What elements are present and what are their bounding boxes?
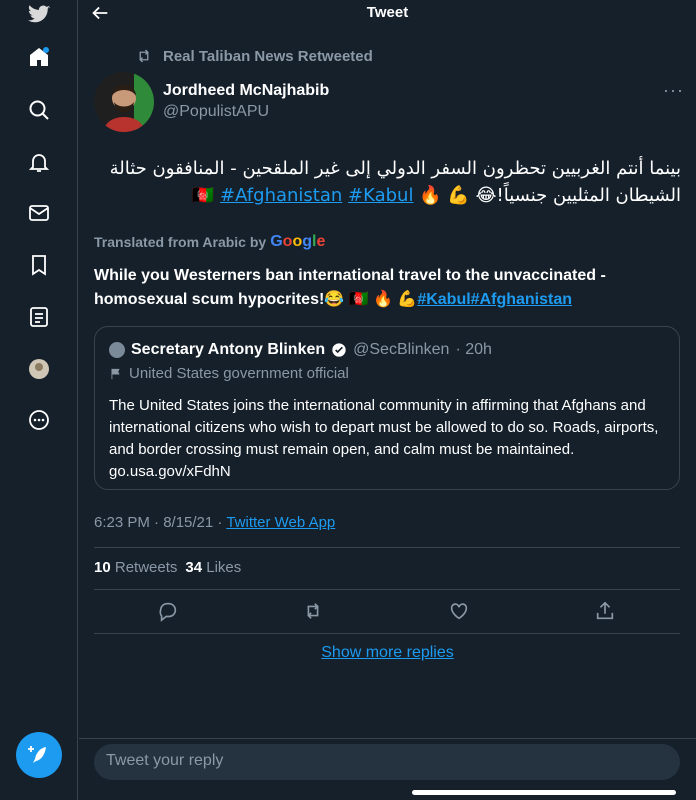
divider	[94, 589, 680, 590]
profile-avatar-icon[interactable]	[24, 354, 54, 384]
home-indicator-bar	[412, 790, 676, 795]
tweet-translation: While you Westerners ban international t…	[94, 264, 654, 312]
quoted-tweet-card[interactable]: Secretary Antony Blinken @SecBlinken · 2…	[94, 326, 680, 490]
share-icon[interactable]	[594, 600, 616, 622]
retweeted-by-label: Real Taliban News Retweeted	[163, 47, 373, 65]
tweet-stats: 10 Retweets 34 Likes	[94, 559, 241, 576]
reply-icon[interactable]	[157, 600, 179, 622]
tweet-timestamp[interactable]: 6:23 PM · 8/15/21 ·	[94, 514, 226, 531]
author-avatar-image	[94, 72, 154, 132]
tweet-detail-panel: Tweet Real Taliban News Retweeted Jordhe…	[79, 0, 696, 800]
show-more-replies-link[interactable]: Show more replies	[79, 644, 696, 662]
verified-badge-icon	[332, 343, 346, 357]
search-icon[interactable]	[24, 95, 54, 125]
quoted-tweet-text: The United States joins the internationa…	[109, 397, 659, 480]
translation-hashtags[interactable]: #Kabul#Afghanistan	[417, 291, 572, 308]
divider	[94, 547, 680, 548]
quoted-author-handle: @SecBlinken	[353, 341, 450, 358]
retweet-action-icon[interactable]	[302, 600, 324, 622]
hashtag-kabul[interactable]: #Kabul	[348, 185, 413, 206]
home-icon[interactable]	[24, 42, 54, 72]
lists-icon[interactable]	[24, 302, 54, 332]
translation-attribution[interactable]: Translated from Arabic by Google	[94, 233, 325, 251]
tweet-more-button[interactable]: ···	[663, 80, 684, 101]
quill-plus-icon	[28, 746, 46, 763]
divider	[79, 738, 696, 739]
flag-icon	[111, 368, 120, 379]
government-label: United States government official	[109, 365, 349, 382]
author-display-name[interactable]: Jordheed McNajhabib	[163, 82, 329, 100]
notifications-bell-icon[interactable]	[24, 147, 54, 177]
twitter-logo-icon[interactable]	[24, 0, 54, 30]
page-header: Tweet	[79, 0, 696, 28]
like-heart-icon[interactable]	[448, 600, 470, 622]
more-options-icon[interactable]	[24, 405, 54, 435]
compose-tweet-button[interactable]	[16, 732, 62, 778]
retweets-count[interactable]: 10 Retweets	[94, 559, 177, 576]
sidebar-nav	[0, 0, 78, 800]
author-avatar[interactable]	[94, 72, 154, 132]
quoted-author-name: Secretary Antony Blinken	[131, 341, 326, 358]
messages-mail-icon[interactable]	[24, 198, 54, 228]
hashtag-afghanistan[interactable]: #Afghanistan	[220, 185, 342, 206]
retweet-icon	[139, 49, 149, 63]
likes-label: Likes	[206, 559, 242, 576]
divider	[94, 633, 680, 634]
retweets-label: Retweets	[114, 559, 178, 576]
government-label-text: United States government official	[129, 365, 349, 382]
quoted-tweet-time: · 20h	[455, 341, 492, 358]
translated-from-label: Translated from Arabic by	[94, 234, 267, 250]
google-logo: Google	[270, 233, 326, 250]
source-app-link[interactable]: Twitter Web App	[226, 514, 335, 531]
page-title: Tweet	[366, 4, 409, 21]
quoted-author-avatar	[109, 342, 125, 358]
tweet-timestamp-line: 6:23 PM · 8/15/21 · Twitter Web App	[94, 514, 335, 531]
tweet-arabic-text: بينما أنتم الغربيين تحظرون السفر الدولي …	[89, 155, 681, 209]
retweeted-by-line[interactable]: Real Taliban News Retweeted	[135, 46, 373, 66]
quoted-tweet-header: Secretary Antony Blinken @SecBlinken · 2…	[109, 341, 492, 359]
bookmarks-icon[interactable]	[24, 250, 54, 280]
author-handle[interactable]: @PopulistAPU	[163, 103, 269, 121]
likes-number: 34	[185, 559, 203, 576]
reply-input[interactable]: Tweet your reply	[94, 744, 680, 780]
retweets-number: 10	[94, 559, 111, 576]
likes-count[interactable]: 34 Likes	[185, 559, 241, 576]
